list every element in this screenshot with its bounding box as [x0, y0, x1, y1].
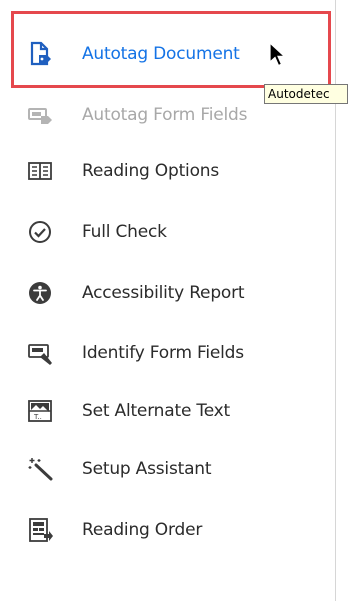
- full-check-label: Full Check: [82, 222, 167, 242]
- setup-assistant-button[interactable]: Setup Assistant: [0, 449, 335, 489]
- svg-text:T..: T..: [33, 413, 42, 421]
- set-alternate-text-button[interactable]: T.. Set Alternate Text: [0, 391, 335, 431]
- full-check-icon: [26, 218, 54, 246]
- setup-assistant-label: Setup Assistant: [82, 459, 212, 479]
- accessibility-report-label: Accessibility Report: [82, 283, 245, 303]
- accessibility-report-icon: [26, 279, 54, 307]
- set-alternate-text-label: Set Alternate Text: [82, 401, 230, 421]
- identify-form-fields-button[interactable]: Identify Form Fields: [0, 333, 335, 373]
- autotag-form-fields-icon: [26, 101, 54, 129]
- set-alternate-text-icon: T..: [26, 397, 54, 425]
- identify-form-fields-label: Identify Form Fields: [82, 343, 244, 363]
- full-check-button[interactable]: Full Check: [0, 212, 335, 252]
- identify-form-fields-icon: [26, 339, 54, 367]
- tooltip: Autodetec: [264, 84, 348, 104]
- reading-options-icon: [26, 157, 54, 185]
- reading-order-button[interactable]: Reading Order: [0, 510, 335, 550]
- autotag-form-fields-label: Autotag Form Fields: [82, 105, 248, 125]
- accessibility-report-button[interactable]: Accessibility Report: [0, 273, 335, 313]
- setup-assistant-icon: [26, 455, 54, 483]
- reading-options-button[interactable]: Reading Options: [0, 151, 335, 191]
- reading-order-label: Reading Order: [82, 520, 203, 540]
- mouse-pointer-icon: [269, 42, 285, 67]
- reading-order-icon: [26, 516, 54, 544]
- reading-options-label: Reading Options: [82, 161, 220, 181]
